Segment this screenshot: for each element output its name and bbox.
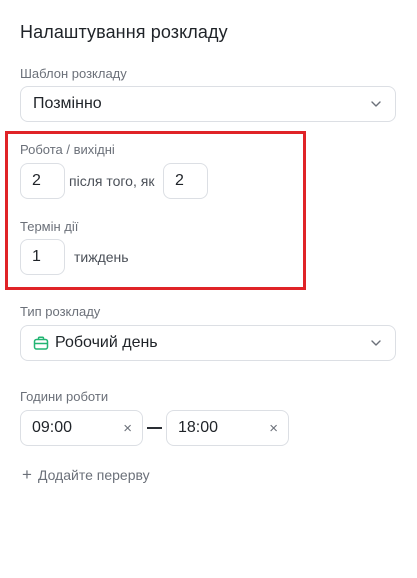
- work-days-input[interactable]: 2: [20, 163, 65, 199]
- chevron-down-icon: [369, 97, 383, 111]
- schedule-type-value: Робочий день: [55, 334, 158, 351]
- work-off-label: Робота / вихідні: [20, 142, 115, 157]
- start-time-value: 09:00: [32, 419, 73, 436]
- work-off-connector: після того, як: [69, 173, 155, 189]
- time-range-separator: [147, 427, 162, 429]
- plus-icon: +: [22, 465, 32, 484]
- briefcase-icon: [33, 335, 49, 351]
- end-time-value: 18:00: [178, 419, 219, 436]
- template-label: Шаблон розкладу: [20, 66, 127, 81]
- page-title: Налаштування розкладу: [20, 22, 228, 42]
- add-break-label: Додайте перерву: [37, 467, 150, 483]
- add-break-button[interactable]: + Додайте перерву: [22, 465, 150, 484]
- off-days-input[interactable]: 2: [163, 163, 208, 199]
- schedule-type-label: Тип розкладу: [20, 304, 101, 319]
- chevron-down-icon: [369, 336, 383, 350]
- template-select[interactable]: Позмінно: [20, 86, 396, 122]
- end-time-field[interactable]: 18:00 ×: [166, 410, 289, 446]
- clear-start-icon[interactable]: ×: [123, 421, 132, 436]
- validity-unit: тиждень: [74, 249, 129, 265]
- clear-end-icon[interactable]: ×: [269, 421, 278, 436]
- start-time-field[interactable]: 09:00 ×: [20, 410, 143, 446]
- validity-input[interactable]: 1: [20, 239, 65, 275]
- template-select-value: Позмінно: [33, 95, 102, 112]
- schedule-type-select[interactable]: Робочий день: [20, 325, 396, 361]
- validity-label: Термін дії: [20, 219, 79, 234]
- work-hours-label: Години роботи: [20, 389, 109, 404]
- schedule-settings-panel: Налаштування розкладу Шаблон розкладу По…: [0, 0, 417, 578]
